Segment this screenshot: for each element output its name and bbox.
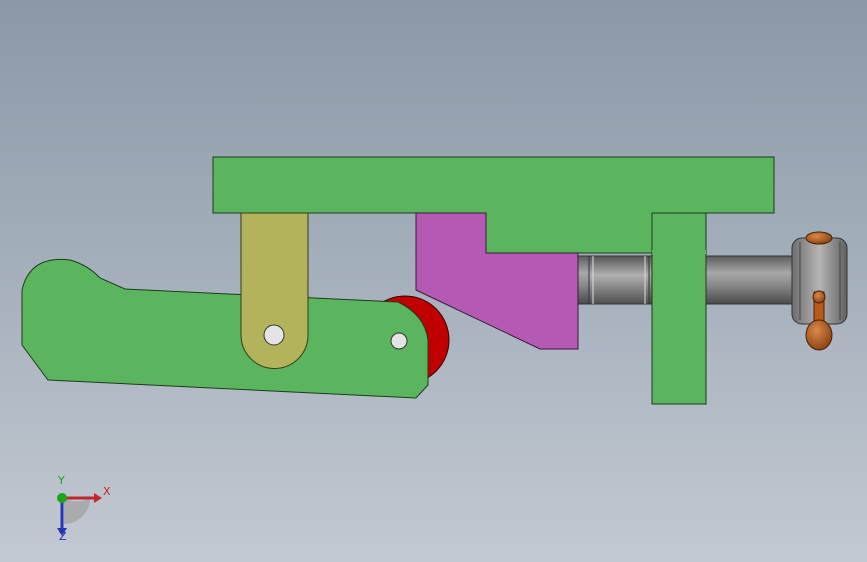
frame-leg[interactable] (651, 212, 707, 405)
y-axis-label: Y (58, 474, 65, 487)
handle-knob-bottom[interactable] (805, 319, 833, 351)
handle-bar-tip[interactable] (812, 290, 826, 304)
z-axis-label: Z (59, 530, 67, 543)
lever-pivot-hole[interactable] (390, 332, 408, 350)
assembly-model[interactable] (0, 0, 867, 562)
link-pin-hole[interactable] (263, 324, 285, 346)
clamp-lever[interactable] (21, 258, 429, 399)
x-axis-label: X (103, 485, 111, 498)
coordinate-triad: X Y Z (48, 474, 118, 544)
cad-viewport[interactable]: X Y Z (0, 0, 867, 562)
handle-knob-top[interactable] (805, 231, 833, 245)
screw-shaft-end[interactable] (705, 255, 801, 305)
y-axis-dot (57, 493, 67, 503)
shaft-sleeve[interactable] (588, 255, 650, 305)
